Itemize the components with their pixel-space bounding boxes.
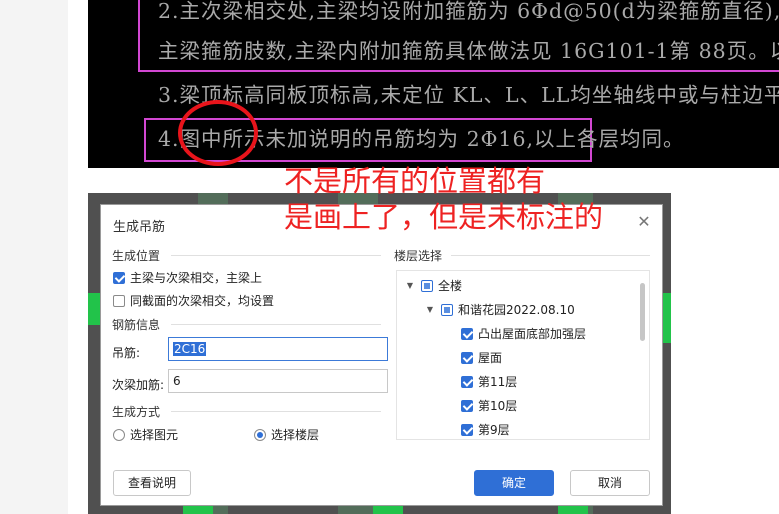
checkbox-checked-icon[interactable]	[461, 423, 473, 436]
radio-off-icon[interactable]	[113, 428, 125, 441]
hanger-input[interactable]: 2C16	[168, 337, 388, 361]
tree-item-label: 凸出屋面底部加强层	[478, 327, 587, 341]
radio-select-floor-label: 选择楼层	[271, 428, 320, 442]
tree-item-label: 第10层	[478, 399, 518, 413]
cad-note-line-1: 2.主次梁相交处,主梁均设附加箍筋为 6Φd@50(d为梁箍筋直径),附加箍筋肢…	[158, 0, 779, 23]
cad-beam-green	[558, 506, 588, 514]
tree-item-floor[interactable]: 凸出屋面底部加强层	[461, 325, 586, 342]
tree-item-label: 第9层	[478, 423, 510, 437]
annotation-line-1: 不是所有的位置都有	[284, 164, 546, 198]
secondary-beam-label: 次梁加筋:	[112, 378, 165, 392]
radio-on-icon[interactable]	[254, 428, 266, 441]
method-section-title: 生成方式	[112, 405, 161, 419]
generate-hanger-dialog: 生成吊筋 ✕ 生成位置 主梁与次梁相交，主梁上 同截面的次梁相交，均设置 钢筋信…	[101, 205, 662, 505]
hanger-input-value: 2C16	[173, 342, 207, 356]
tree-item-label: 全楼	[438, 279, 463, 293]
tree-item-floor[interactable]: 第9层	[461, 421, 510, 438]
tree-scrollbar[interactable]	[640, 283, 645, 341]
checkbox-checked-icon[interactable]	[461, 375, 473, 388]
ok-button[interactable]: 确定	[474, 470, 554, 496]
tree-item-project[interactable]: ▼ 和谐花园2022.08.10	[425, 301, 575, 318]
tree-item-floor[interactable]: 第10层	[461, 397, 517, 414]
page-left-gutter	[0, 0, 68, 514]
option-same-section[interactable]: 同截面的次梁相交，均设置	[113, 292, 274, 309]
chevron-down-icon[interactable]: ▼	[425, 305, 435, 314]
checkbox-partial-icon[interactable]	[441, 303, 453, 316]
close-icon[interactable]: ✕	[636, 214, 652, 230]
red-highlight-circle	[178, 100, 258, 166]
annotation-line-2: 是画上了，但是未标注的	[284, 200, 604, 234]
option-main-secondary[interactable]: 主梁与次梁相交，主梁上	[113, 269, 262, 286]
tree-item-label: 屋面	[478, 351, 503, 365]
cad-note-line-3: 3.梁顶标高同板顶标高,未定位 KL、L、LL均坐轴线中或与柱边平齐,以上各层均	[158, 83, 779, 107]
cad-beam-green	[183, 506, 213, 514]
checkbox-checked-icon[interactable]	[113, 271, 125, 284]
checkbox-checked-icon[interactable]	[461, 351, 473, 364]
tree-item-floor[interactable]: 屋面	[461, 349, 502, 366]
radio-select-floor[interactable]: 选择楼层	[254, 426, 319, 443]
position-section-title: 生成位置	[112, 249, 161, 263]
section-divider	[171, 324, 381, 325]
chevron-down-icon[interactable]: ▼	[405, 281, 415, 290]
tree-item-label: 和谐花园2022.08.10	[458, 303, 575, 317]
checkbox-checked-icon[interactable]	[461, 399, 473, 412]
option-same-section-label: 同截面的次梁相交，均设置	[130, 294, 275, 308]
checkbox-partial-icon[interactable]	[421, 279, 433, 292]
tree-item-label: 第11层	[478, 375, 518, 389]
tree-item-all[interactable]: ▼ 全楼	[405, 277, 462, 294]
floor-section-title: 楼层选择	[394, 249, 443, 263]
view-help-button[interactable]: 查看说明	[113, 470, 191, 496]
rebar-section-title: 钢筋信息	[112, 318, 161, 332]
secondary-beam-input[interactable]: 6	[168, 369, 388, 393]
floor-tree[interactable]: ▼ 全楼 ▼ 和谐花园2022.08.10 凸出屋面底部加强层 屋面 第11层 …	[396, 270, 650, 440]
section-divider	[171, 255, 381, 256]
cancel-button[interactable]: 取消	[570, 470, 650, 496]
cad-note-line-2: 主梁箍筋肢数,主梁内附加箍筋具体做法见 16G101-1第 88页。以上各层均同…	[158, 39, 779, 63]
dialog-title: 生成吊筋	[113, 220, 166, 235]
checkbox-unchecked-icon[interactable]	[113, 294, 125, 307]
hanger-label: 吊筋:	[112, 346, 141, 360]
section-divider	[451, 255, 650, 256]
radio-select-element[interactable]: 选择图元	[113, 426, 178, 443]
cad-beam-green	[373, 506, 403, 514]
radio-select-element-label: 选择图元	[130, 428, 179, 442]
section-divider	[171, 411, 381, 412]
cad-beam-green	[88, 293, 100, 325]
checkbox-checked-icon[interactable]	[461, 327, 473, 340]
option-main-secondary-label: 主梁与次梁相交，主梁上	[130, 271, 263, 285]
tree-item-floor[interactable]: 第11层	[461, 373, 517, 390]
page-gutter	[68, 0, 88, 514]
secondary-beam-input-value: 6	[173, 374, 181, 388]
